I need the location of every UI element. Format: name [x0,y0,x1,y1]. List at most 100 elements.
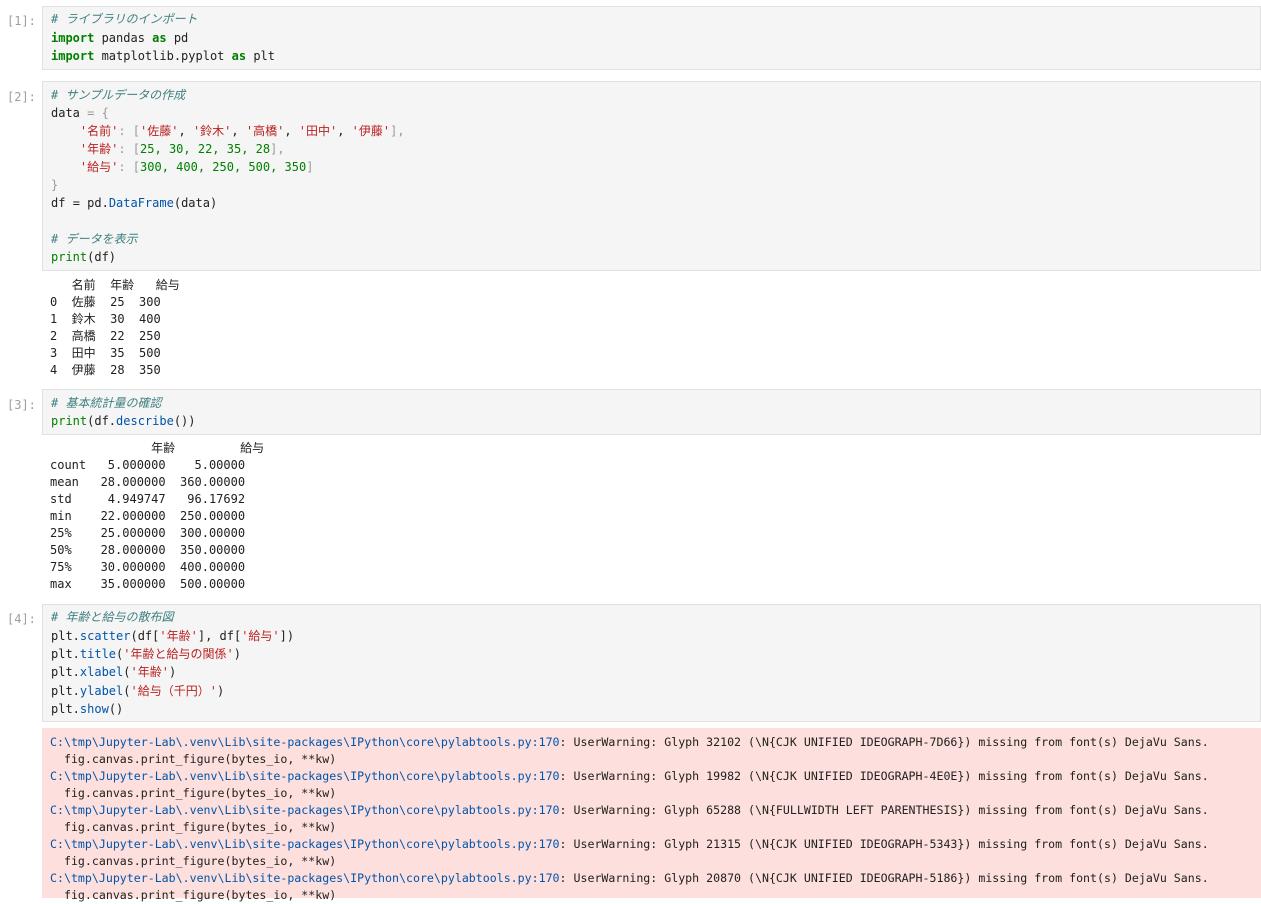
code-line: import matplotlib.pyplot as plt [51,47,275,65]
number: 300, 400, 250, 500, 350 [140,160,307,174]
code-text: plt. [51,629,80,643]
code-line: '給与': [300, 400, 250, 500, 350] [51,158,314,176]
output-line: 75% 30.000000 400.00000 [50,560,246,574]
file-path: C:\tmp\Jupyter-Lab\.venv\Lib\site-packag… [50,769,560,783]
code-input[interactable]: # ライブラリのインポート import pandas as pd import… [42,6,1261,70]
code-text: ( [123,665,131,679]
stderr-output: C:\tmp\Jupyter-Lab\.venv\Lib\site-packag… [42,728,1261,902]
file-path: C:\tmp\Jupyter-Lab\.venv\Lib\site-packag… [50,837,560,851]
code-text: : [ [118,124,141,138]
keyword: import [51,31,95,45]
code-input[interactable]: # 基本統計量の確認 print(df.describe()) [42,389,1261,435]
code-text: = pd. [72,196,109,210]
warning-text: : UserWarning: Glyph 65288 (\N{FULLWIDTH… [559,803,1209,817]
warning-line: C:\tmp\Jupyter-Lab\.venv\Lib\site-packag… [50,768,1209,785]
code-text: } [51,178,59,192]
code-line: # 年齢と給与の散布図 [51,608,173,626]
string: '伊藤' [351,124,391,138]
warning-continuation: fig.canvas.print_figure(bytes_io, **kw) [50,752,337,766]
function-name: print [51,414,88,428]
code-text: ], [270,142,285,156]
output-line: std 4.949747 96.17692 [50,492,246,506]
code-text: plt. [51,684,80,698]
code-line: '年齢': [25, 30, 22, 35, 28], [51,140,285,158]
string: '名前' [79,124,119,138]
warning-continuation: fig.canvas.print_figure(bytes_io, **kw) [50,888,337,902]
string: '田中' [298,124,338,138]
code-text: = { [87,106,109,120]
function-name: describe [116,414,174,428]
code-text: (data) [173,196,218,210]
warning-line: C:\tmp\Jupyter-Lab\.venv\Lib\site-packag… [50,734,1209,751]
string: '給与（千円）' [130,684,217,698]
keyword: as [152,31,167,45]
string: '高橋' [245,124,285,138]
code-text: (df[ [130,629,160,643]
warning-continuation: fig.canvas.print_figure(bytes_io, **kw) [50,786,337,800]
code-text: df [51,196,73,210]
code-line: plt.xlabel('年齢') [51,663,176,681]
code-text: ] [306,160,314,174]
output-line: count 5.000000 5.00000 [50,458,246,472]
keyword: as [231,49,247,63]
file-path: C:\tmp\Jupyter-Lab\.venv\Lib\site-packag… [50,803,560,817]
warning-text: : UserWarning: Glyph 32102 (\N{CJK UNIFI… [559,735,1209,749]
code-text: ], df[ [197,629,242,643]
code-text: data [51,106,88,120]
output-line: 2 高橋 22 250 [50,329,161,343]
code-text: ) [233,647,241,661]
output-line: 50% 28.000000 350.00000 [50,543,246,557]
code-line: data = { [51,104,109,122]
string: '年齢と給与の関係' [123,647,234,661]
notebook-cell-3[interactable]: [3]: # 基本統計量の確認 print(df.describe()) 年齢 … [0,389,1261,596]
notebook-cell-2[interactable]: [2]: # サンプルデータの作成 data = { '名前': ['佐藤', … [0,81,1261,381]
code-text: pd [166,31,189,45]
notebook-cell-1[interactable]: [1]: # ライブラリのインポート import pandas as pd i… [0,6,1261,70]
code-text: ], [390,124,405,138]
function-name: title [79,647,117,661]
string: '年齢' [130,665,169,679]
code-text: : [ [118,142,141,156]
string: '年齢' [79,142,119,156]
file-path: C:\tmp\Jupyter-Lab\.venv\Lib\site-packag… [50,735,560,749]
warning-continuation: fig.canvas.print_figure(bytes_io, **kw) [50,854,337,868]
code-line: # 基本統計量の確認 [51,394,161,412]
code-text: ( [123,684,131,698]
keyword: import [51,49,95,63]
string: '鈴木' [192,124,232,138]
string: '給与' [79,160,119,174]
code-line: # サンプルデータの作成 [51,86,185,104]
warning-continuation: fig.canvas.print_figure(bytes_io, **kw) [50,820,337,834]
function-name: scatter [79,629,131,643]
code-line: plt.scatter(df['年齢'], df['給与']) [51,627,294,645]
code-text: (df) [87,250,117,264]
code-text: ()) [173,414,196,428]
code-text: pandas [94,31,153,45]
cell-prompt: [2]: [7,90,36,104]
code-line: # ライブラリのインポート [51,10,197,28]
code-line: print(df) [51,248,116,266]
warning-text: : UserWarning: Glyph 19982 (\N{CJK UNIFI… [559,769,1209,783]
comment: # サンプルデータの作成 [51,88,186,102]
output-line: 25% 25.000000 300.00000 [50,526,246,540]
file-path: C:\tmp\Jupyter-Lab\.venv\Lib\site-packag… [50,871,560,885]
string: '給与' [241,629,280,643]
code-text: matplotlib.pyplot [94,49,232,63]
comment: # 基本統計量の確認 [51,396,162,410]
warning-line: C:\tmp\Jupyter-Lab\.venv\Lib\site-packag… [50,802,1209,819]
code-text: (df. [87,414,117,428]
output-line: 1 鈴木 30 400 [50,312,161,326]
function-name: DataFrame [108,196,174,210]
code-input[interactable]: # 年齢と給与の散布図 plt.scatter(df['年齢'], df['給与… [42,604,1261,722]
output-line: min 22.000000 250.00000 [50,509,246,523]
code-input[interactable]: # サンプルデータの作成 data = { '名前': ['佐藤', '鈴木',… [42,81,1261,271]
code-line: df = pd.DataFrame(data) [51,194,217,212]
output-line: 0 佐藤 25 300 [50,295,161,309]
function-name: ylabel [79,684,124,698]
code-line: plt.ylabel('給与（千円）') [51,682,224,700]
output-line: 4 伊藤 28 350 [50,363,161,377]
notebook-cell-4[interactable]: [4]: # 年齢と給与の散布図 plt.scatter(df['年齢'], d… [0,604,1261,902]
code-line: # データを表示 [51,230,137,248]
code-line: '名前': ['佐藤', '鈴木', '高橋', '田中', '伊藤'], [79,124,405,138]
code-text: ]) [279,629,295,643]
